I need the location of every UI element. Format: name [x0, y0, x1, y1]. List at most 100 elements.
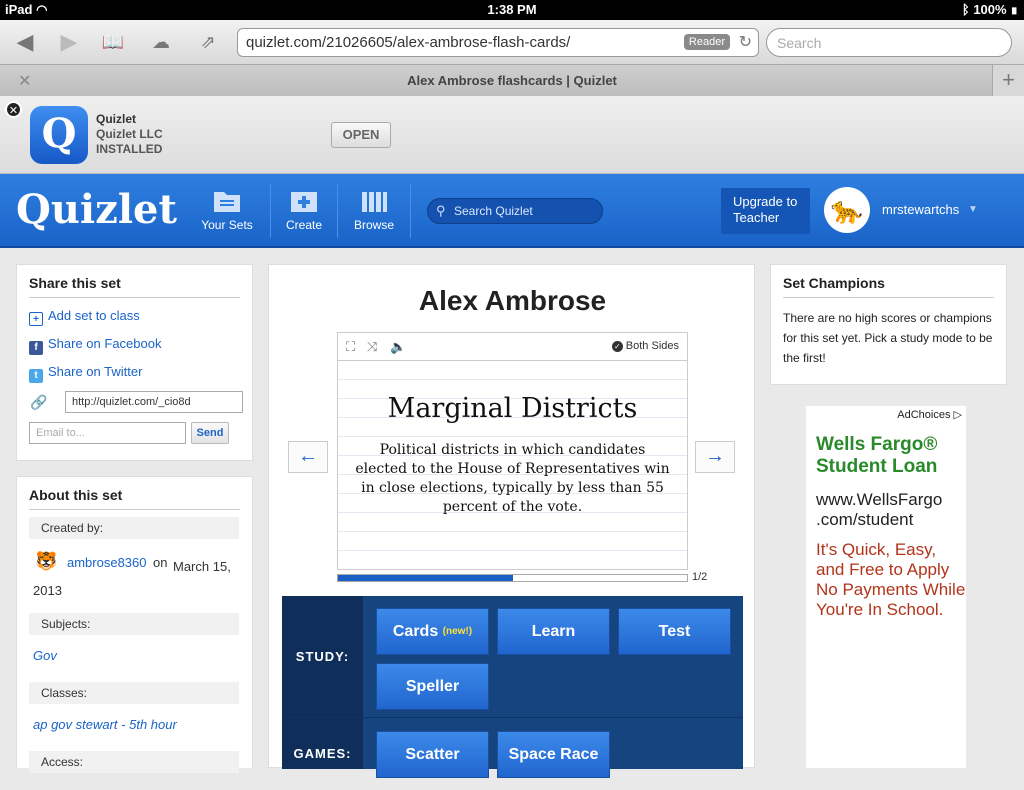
- facebook-icon: f: [29, 341, 43, 355]
- created-by-label: Created by:: [29, 517, 239, 539]
- back-icon[interactable]: ◀: [10, 30, 40, 54]
- add-to-class-link[interactable]: + Add set to class: [29, 308, 140, 326]
- clock: 1:38 PM: [487, 2, 537, 17]
- nav-your-sets[interactable]: Your Sets: [198, 188, 256, 232]
- scatter-game-button[interactable]: Scatter: [376, 731, 489, 778]
- about-title: About this set: [29, 477, 240, 510]
- card-term: Marginal Districts: [387, 393, 638, 424]
- champions-panel: Set Champions There are no high scores o…: [770, 264, 1007, 385]
- share-facebook-link[interactable]: f Share on Facebook: [29, 336, 161, 355]
- test-mode-button[interactable]: Test: [618, 608, 731, 655]
- create-icon: [291, 192, 317, 212]
- champions-text: There are no high scores or champions fo…: [783, 311, 993, 365]
- nav-divider: [410, 184, 411, 238]
- ad-choices[interactable]: AdChoices ▷: [897, 408, 962, 421]
- ad-url[interactable]: www.WellsFargo .com/student: [816, 490, 966, 530]
- speller-mode-button[interactable]: Speller: [376, 663, 489, 710]
- learn-mode-button[interactable]: Learn: [497, 608, 610, 655]
- app-info: Quizlet Quizlet LLC INSTALLED: [96, 112, 163, 157]
- quizlet-search-input[interactable]: ⚲ Search Quizlet: [427, 198, 603, 224]
- tab-title[interactable]: Alex Ambrose flashcards | Quizlet: [0, 73, 1024, 88]
- ad-body: It's Quick, Easy, and Free to Apply No P…: [816, 540, 966, 619]
- share-title: Share this set: [29, 265, 240, 298]
- share-icon[interactable]: ⇗: [193, 30, 223, 54]
- search-placeholder: Search Quizlet: [454, 204, 533, 218]
- games-label: GAMES:: [282, 718, 363, 769]
- card-count: 1/2: [692, 571, 708, 583]
- plus-icon: +: [29, 312, 43, 326]
- nav-create-label: Create: [285, 218, 323, 232]
- address-bar[interactable]: quizlet.com/21026605/alex-ambrose-flash-…: [237, 28, 759, 57]
- app-name: Quizlet: [96, 112, 137, 126]
- nav-divider: [337, 184, 338, 238]
- upgrade-teacher-button[interactable]: Upgrade to Teacher: [721, 188, 810, 234]
- cards-mode-button[interactable]: Cards (new!): [376, 608, 489, 655]
- flashcard-panel: Alex Ambrose ⛶ ⤨ 🔈 ✓ Both Sides Marginal …: [268, 264, 755, 778]
- reader-button[interactable]: Reader: [683, 34, 730, 50]
- bluetooth-icon: ᛒ: [961, 2, 970, 17]
- subject-link[interactable]: Gov: [33, 648, 57, 663]
- browser-toolbar: ◀ ▶ 📖 ☁ ⇗ quizlet.com/21026605/alex-ambr…: [0, 20, 1024, 64]
- status-bar: iPad ◠ 1:38 PM ᛒ 100% ▮: [0, 0, 1024, 20]
- close-banner-icon[interactable]: ✕: [5, 101, 22, 118]
- nav-create[interactable]: Create: [282, 188, 326, 232]
- space-race-game-button[interactable]: Space Race: [497, 731, 610, 778]
- advertisement[interactable]: AdChoices ▷ Wells Fargo® Student Loan ww…: [806, 406, 966, 768]
- nav-divider: [270, 184, 271, 238]
- card-toolbar: ⛶ ⤨ 🔈 ✓ Both Sides: [338, 333, 687, 361]
- forward-icon[interactable]: ▶: [54, 30, 84, 54]
- icloud-tabs-icon[interactable]: ☁: [146, 30, 176, 54]
- class-link[interactable]: ap gov stewart - 5th hour: [33, 717, 177, 732]
- bookmarks-icon[interactable]: 📖: [98, 30, 128, 54]
- open-app-button[interactable]: OPEN: [331, 122, 391, 148]
- browse-icon: [362, 192, 387, 212]
- app-banner: ✕ Q Quizlet Quizlet LLC INSTALLED OPEN: [0, 96, 1024, 174]
- audio-icon[interactable]: 🔈: [390, 339, 406, 355]
- nav-your-sets-label: Your Sets: [201, 218, 253, 232]
- new-badge: (new!): [442, 626, 473, 637]
- battery: ᛒ 100% ▮: [961, 2, 1018, 17]
- twitter-icon: t: [29, 369, 43, 383]
- share-panel: Share this set + Add set to class f Share …: [16, 264, 253, 461]
- app-icon[interactable]: Q: [30, 106, 88, 164]
- shuffle-icon[interactable]: ⤨: [367, 339, 377, 355]
- email-field[interactable]: Email to...: [29, 422, 186, 444]
- fullscreen-icon[interactable]: ⛶: [346, 339, 355, 355]
- share-twitter-link[interactable]: t Share on Twitter: [29, 364, 142, 383]
- flashcard[interactable]: ⛶ ⤨ 🔈 ✓ Both Sides Marginal Districts Pol…: [337, 332, 688, 570]
- username[interactable]: mrstewartchs: [882, 202, 959, 217]
- card-progress: [337, 574, 688, 582]
- card-definition: Political districts in which candidates …: [355, 442, 670, 515]
- both-sides-toggle[interactable]: ✓ Both Sides: [611, 340, 679, 352]
- prev-card-button[interactable]: ←: [288, 441, 328, 473]
- app-developer: Quizlet LLC: [96, 127, 163, 141]
- site-header: Quizlet Your Sets Create Browse ⚲ Search…: [0, 174, 1024, 248]
- set-title: Alex Ambrose: [418, 285, 607, 316]
- ad-choices-icon: ▷: [953, 409, 962, 421]
- study-modes: STUDY: GAMES: Cards (new!) Learn Test Sp…: [282, 596, 743, 778]
- check-icon: ✓: [611, 341, 623, 352]
- link-icon: 🔗: [30, 394, 48, 410]
- avatar[interactable]: 🐆: [824, 187, 870, 233]
- nav-browse[interactable]: Browse: [351, 188, 397, 232]
- new-tab-button[interactable]: +: [992, 65, 1024, 97]
- search-icon: ⚲: [436, 203, 446, 218]
- tab-bar: ✕ Alex Ambrose flashcards | Quizlet +: [0, 64, 1024, 97]
- modes-divider: [282, 717, 743, 718]
- nav-browse-label: Browse: [353, 218, 394, 232]
- folder-icon: [214, 192, 240, 212]
- study-label: STUDY:: [282, 596, 363, 717]
- quizlet-logo[interactable]: Quizlet: [16, 186, 177, 233]
- progress-fill: [338, 575, 513, 581]
- next-card-button[interactable]: →: [695, 441, 735, 473]
- browser-search-input[interactable]: Search: [766, 28, 1012, 57]
- url-text: quizlet.com/21026605/alex-ambrose-flash-…: [246, 34, 571, 51]
- short-url-field[interactable]: http://quizlet.com/_cio8d: [65, 391, 243, 413]
- send-button[interactable]: Send: [191, 422, 229, 444]
- access-label: Access:: [29, 751, 239, 773]
- ad-headline[interactable]: Wells Fargo® Student Loan: [816, 434, 966, 478]
- reload-icon[interactable]: ↻: [739, 32, 752, 52]
- chevron-down-icon[interactable]: ▼: [968, 204, 978, 215]
- about-panel: About this set Created by: 🐯 ambrose8360…: [16, 476, 253, 773]
- battery-icon: ▮: [1010, 2, 1018, 17]
